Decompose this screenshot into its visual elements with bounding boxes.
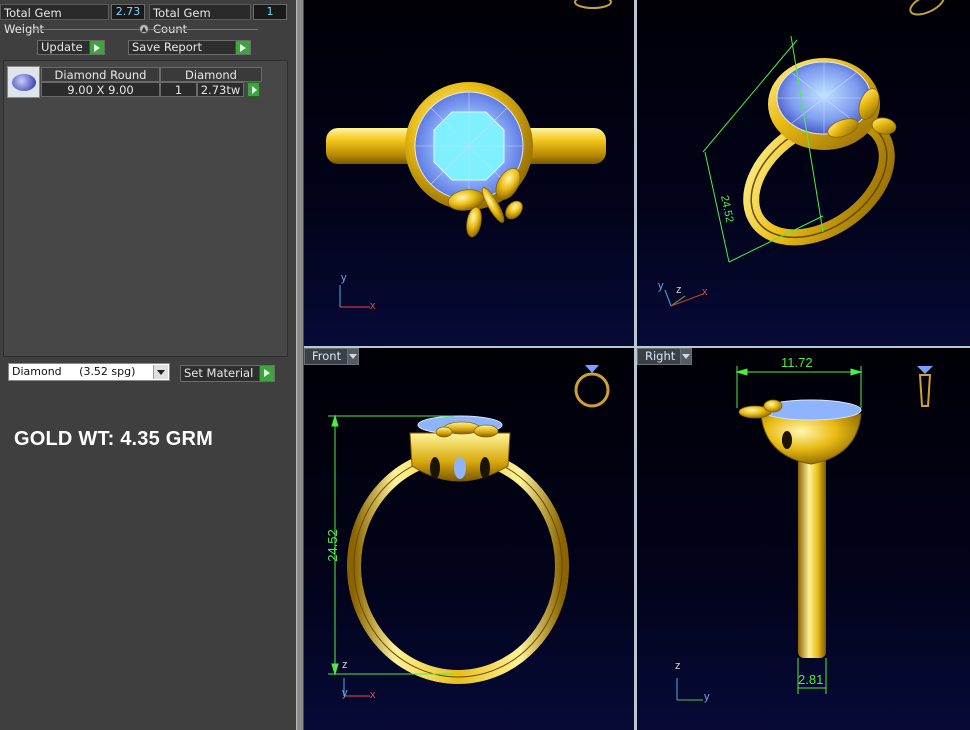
play-arrow-icon [235, 41, 250, 54]
viewport-right[interactable]: Right 11.72 2.81 z y [637, 348, 970, 730]
dimension-height-label: 24.52 [324, 529, 340, 562]
chevron-down-icon[interactable] [680, 349, 691, 364]
viewport-separator-vertical[interactable] [634, 0, 637, 730]
viewport-front-label: Front [312, 349, 342, 363]
panel-splitter[interactable] [296, 0, 304, 730]
gold-weight-text: GOLD WT: 4.35 GRM [14, 428, 213, 450]
dimension-thickness-label: 2.81 [798, 672, 824, 687]
axis-x-label: x [702, 286, 708, 298]
axis-x-label: x [370, 300, 376, 312]
gem-list: Diamond Round Diamond 9.00 X 9.00 1 2.73… [3, 60, 288, 357]
viewport-right-tab[interactable]: Right [637, 348, 692, 365]
perspective-view-render [664, 0, 945, 307]
viewport-front-tab[interactable]: Front [304, 348, 359, 365]
gem-count: 1 [160, 82, 197, 97]
axis-y-label: y [341, 272, 347, 284]
gem-report-panel: Total Gem Weight 2.73 Total Gem Count 1 … [0, 0, 296, 730]
total-gem-weight-label: Total Gem Weight [0, 4, 109, 36]
update-button[interactable]: Update [37, 40, 105, 55]
set-material-button-label: Set Material [184, 366, 254, 380]
collapse-handle-icon[interactable]: ▲ [139, 24, 149, 34]
front-view-render [328, 365, 610, 697]
axis-z-label: z [342, 659, 348, 671]
total-gem-weight-value: 2.73 [111, 4, 145, 20]
chevron-down-icon[interactable] [153, 365, 168, 379]
play-arrow-icon [259, 366, 274, 381]
set-material-button[interactable]: Set Material [180, 365, 275, 382]
gem-material: Diamond [160, 67, 262, 82]
save-report-button-label: Save Report [132, 40, 203, 54]
material-select-value: Diamond (3.52 spg) [12, 365, 136, 378]
axis-z-label: z [675, 660, 681, 672]
gem-apply-arrow-icon[interactable] [247, 82, 260, 97]
axis-y-label: y [342, 687, 348, 699]
axis-y-label: y [658, 280, 664, 292]
gem-weight: 2.73tw [197, 82, 244, 97]
chevron-down-icon[interactable] [347, 349, 358, 364]
axis-z-label: z [676, 284, 682, 296]
dimension-width-label: 11.72 [781, 355, 813, 370]
total-gem-count-value: 1 [253, 4, 287, 20]
viewport-separator-horizontal[interactable] [304, 346, 970, 348]
viewport-top[interactable]: y x [304, 0, 634, 346]
round-gem-thumbnail-icon [7, 66, 40, 98]
total-gem-weight-row: Total Gem Weight 2.73 Total Gem Count 1 [0, 3, 287, 36]
viewport-front[interactable]: Front 24.52 z y x [304, 348, 634, 730]
total-gem-count-label: Total Gem Count [149, 4, 251, 36]
play-arrow-icon [89, 41, 104, 54]
save-report-button[interactable]: Save Report [128, 40, 251, 55]
top-view-render [326, 0, 612, 308]
update-button-label: Update [41, 40, 83, 54]
viewport-right-label: Right [645, 349, 676, 363]
viewport-perspective[interactable]: 24.52 y z x [637, 0, 970, 346]
material-select[interactable]: Diamond (3.52 spg) [8, 363, 170, 381]
axis-y-label: y [704, 691, 710, 703]
gem-size: 9.00 X 9.00 [41, 82, 160, 97]
axis-x-label: x [370, 689, 376, 701]
gem-name: Diamond Round [41, 67, 160, 82]
